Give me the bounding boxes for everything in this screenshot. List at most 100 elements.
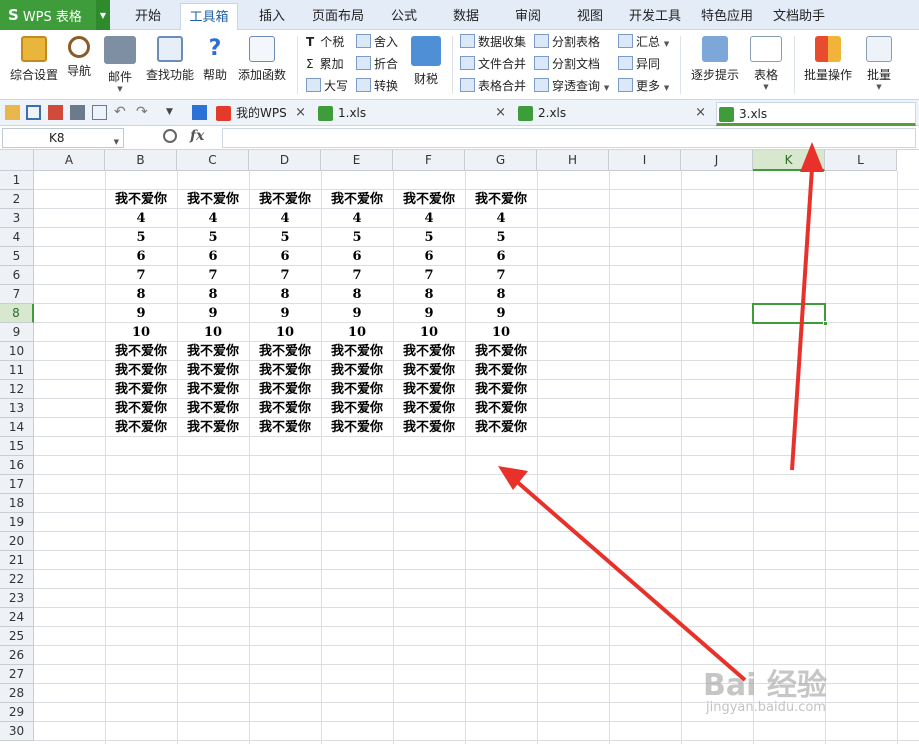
column-header-k[interactable]: K [753, 150, 825, 171]
zoom-icon[interactable] [163, 129, 177, 143]
find-function-button[interactable]: 查找功能 [144, 34, 196, 83]
cell-e8[interactable]: 9 [321, 304, 393, 323]
cell-f12[interactable]: 我不爱你 [393, 380, 465, 399]
print-icon[interactable] [70, 105, 85, 120]
close-icon[interactable]: × [295, 102, 306, 124]
cell-g9[interactable]: 10 [465, 323, 537, 342]
row-header-28[interactable]: 28 [0, 684, 34, 703]
cell-e5[interactable]: 6 [321, 247, 393, 266]
cell-d4[interactable]: 5 [249, 228, 321, 247]
cell-g4[interactable]: 5 [465, 228, 537, 247]
tab-data[interactable]: 数据 [444, 3, 488, 30]
cell-area[interactable]: 我不爱你 4 5 6 7 8 9 10 我不爱你 我不爱你 我不爱你 我不爱你 我不爱你 我不爱你 4 5 6 7… [34, 171, 919, 744]
tab-insert[interactable]: 插入 [250, 3, 294, 30]
cell-g13[interactable]: 我不爱你 [465, 399, 537, 418]
dropdown-arrow-icon[interactable]: ▼ [96, 0, 110, 30]
cell-c14[interactable]: 我不爱你 [177, 418, 249, 437]
row-header-27[interactable]: 27 [0, 665, 34, 684]
cell-b12[interactable]: 我不爱你 [105, 380, 177, 399]
cell-d7[interactable]: 8 [249, 285, 321, 304]
column-header-e[interactable]: E [321, 150, 393, 171]
cell-f9[interactable]: 10 [393, 323, 465, 342]
cube-icon[interactable] [192, 105, 207, 120]
transform-button[interactable]: 转换 [356, 76, 398, 96]
tab-page-layout[interactable]: 页面布局 [305, 3, 371, 30]
cell-f8[interactable]: 9 [393, 304, 465, 323]
row-header-3[interactable]: 3 [0, 209, 34, 228]
name-box[interactable]: K8 ▼ [2, 128, 124, 148]
row-header-4[interactable]: 4 [0, 228, 34, 247]
cell-d14[interactable]: 我不爱你 [249, 418, 321, 437]
cell-f4[interactable]: 5 [393, 228, 465, 247]
column-header-l[interactable]: L [825, 150, 897, 171]
row-header-1[interactable]: 1 [0, 171, 34, 190]
cell-c8[interactable]: 9 [177, 304, 249, 323]
cell-d3[interactable]: 4 [249, 209, 321, 228]
tab-developer[interactable]: 开发工具 [622, 3, 688, 30]
row-header-11[interactable]: 11 [0, 361, 34, 380]
row-header-16[interactable]: 16 [0, 456, 34, 475]
cell-g12[interactable]: 我不爱你 [465, 380, 537, 399]
cell-d13[interactable]: 我不爱你 [249, 399, 321, 418]
cell-g6[interactable]: 7 [465, 266, 537, 285]
tab-review[interactable]: 审阅 [506, 3, 550, 30]
cell-g14[interactable]: 我不爱你 [465, 418, 537, 437]
redo-icon[interactable]: ↷ [136, 105, 151, 120]
export-pdf-icon[interactable] [48, 105, 63, 120]
step-hint-button[interactable]: 逐步提示 [688, 34, 742, 83]
cell-e2[interactable]: 我不爱你 [321, 190, 393, 209]
column-header-f[interactable]: F [393, 150, 465, 171]
row-header-17[interactable]: 17 [0, 475, 34, 494]
fill-handle[interactable] [823, 321, 828, 326]
row-header-26[interactable]: 26 [0, 646, 34, 665]
split-table-button[interactable]: 分割表格 [534, 32, 600, 52]
row-header-12[interactable]: 12 [0, 380, 34, 399]
row-header-14[interactable]: 14 [0, 418, 34, 437]
cell-e9[interactable]: 10 [321, 323, 393, 342]
cell-f14[interactable]: 我不爱你 [393, 418, 465, 437]
cell-d2[interactable]: 我不爱你 [249, 190, 321, 209]
uppercase-button[interactable]: 大写 [306, 76, 348, 96]
column-header-a[interactable]: A [34, 150, 105, 171]
cell-b8[interactable]: 9 [105, 304, 177, 323]
cell-b11[interactable]: 我不爱你 [105, 361, 177, 380]
table-merge-button[interactable]: 表格合并 [460, 76, 526, 96]
row-header-19[interactable]: 19 [0, 513, 34, 532]
cell-g10[interactable]: 我不爱你 [465, 342, 537, 361]
cell-e3[interactable]: 4 [321, 209, 393, 228]
row-header-5[interactable]: 5 [0, 247, 34, 266]
column-header-j[interactable]: J [681, 150, 753, 171]
split-document-button[interactable]: 分割文档 [534, 54, 600, 74]
cell-g5[interactable]: 6 [465, 247, 537, 266]
cell-d10[interactable]: 我不爱你 [249, 342, 321, 361]
finance-tax-button[interactable]: 财税 [408, 34, 444, 87]
cell-e10[interactable]: 我不爱你 [321, 342, 393, 361]
cell-c13[interactable]: 我不爱你 [177, 399, 249, 418]
cell-f13[interactable]: 我不爱你 [393, 399, 465, 418]
cell-f2[interactable]: 我不爱你 [393, 190, 465, 209]
cell-b2[interactable]: 我不爱你 [105, 190, 177, 209]
round-button[interactable]: 舍入 [356, 32, 398, 52]
formula-input[interactable] [222, 128, 916, 148]
cell-b3[interactable]: 4 [105, 209, 177, 228]
doc-tab-my-wps[interactable]: 我的WPS × [214, 102, 312, 126]
column-header-i[interactable]: I [609, 150, 681, 171]
cell-f7[interactable]: 8 [393, 285, 465, 304]
column-header-c[interactable]: C [177, 150, 249, 171]
navigation-button[interactable]: 导航 [62, 34, 96, 79]
save-icon[interactable] [26, 105, 41, 120]
add-function-button[interactable]: 添加函数 [236, 34, 288, 83]
mail-button[interactable]: 邮件 ▼ [100, 34, 140, 93]
settings-button[interactable]: 综合设置 [6, 34, 62, 83]
doc-tab-2xls[interactable]: 2.xls × [516, 102, 712, 126]
row-header-20[interactable]: 20 [0, 532, 34, 551]
print-preview-icon[interactable] [92, 105, 107, 120]
row-header-2[interactable]: 2 [0, 190, 34, 209]
cell-b14[interactable]: 我不爱你 [105, 418, 177, 437]
column-header-b[interactable]: B [105, 150, 177, 171]
income-tax-button[interactable]: T 个税 [306, 32, 344, 52]
cell-g8[interactable]: 9 [465, 304, 537, 323]
batch-operation-button[interactable]: 批量操作 [800, 34, 856, 83]
cell-b13[interactable]: 我不爱你 [105, 399, 177, 418]
cell-g7[interactable]: 8 [465, 285, 537, 304]
